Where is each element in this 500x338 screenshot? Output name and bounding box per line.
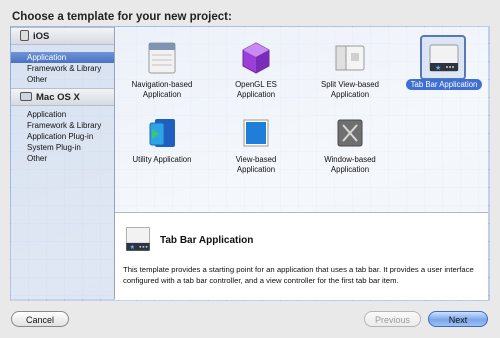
template-label-line1: Navigation-based xyxy=(131,80,193,89)
mac-computer-icon xyxy=(20,92,32,101)
sidebar-item-mac-system-plugin[interactable]: System Plug-in xyxy=(11,142,114,153)
utility-app-icon xyxy=(149,119,175,147)
sidebar-group-ios: iOS xyxy=(11,27,114,45)
sidebar-group-macosx: Mac OS X xyxy=(11,88,114,106)
tab-bar-app-icon: ★ xyxy=(429,44,459,72)
template-label: View-based Application xyxy=(209,155,303,175)
split-view-icon xyxy=(335,45,365,71)
sidebar-group-label: iOS xyxy=(33,31,50,42)
view-based-icon xyxy=(243,119,269,147)
template-label-line1: OpenGL ES xyxy=(235,80,277,89)
sidebar-item-mac-framework-library[interactable]: Framework & Library xyxy=(11,120,114,131)
template-label-line2: Application xyxy=(142,90,182,99)
template-label-line2: Application xyxy=(236,165,276,174)
template-label: Navigation-based Application xyxy=(115,80,209,100)
dialog-title: Choose a template for your new project: xyxy=(12,11,232,23)
sidebar-item-mac-other[interactable]: Other xyxy=(11,153,114,164)
tab-bar-app-icon: ★ xyxy=(125,226,151,251)
template-grid: Navigation-based Application OpenGL ES App… xyxy=(115,27,488,212)
cancel-button[interactable]: Cancel xyxy=(11,311,69,327)
template-label-line1: Split View-based xyxy=(321,80,379,89)
svg-text:★: ★ xyxy=(435,64,441,72)
template-label-line1: Utility Application xyxy=(132,155,192,164)
description-text: This template provides a starting point … xyxy=(123,265,474,285)
template-label: Utility Application xyxy=(115,155,209,165)
ios-device-icon xyxy=(20,30,29,41)
opengl-es-icon xyxy=(242,42,270,74)
template-label-line1: Tab Bar Application xyxy=(405,79,483,90)
template-label: OpenGL ES Application xyxy=(209,80,303,100)
template-category-sidebar: iOS Application Framework & Library Othe… xyxy=(11,27,115,299)
window-based-icon xyxy=(337,119,363,147)
sidebar-item-mac-application-plugin[interactable]: Application Plug-in xyxy=(11,131,114,142)
navigation-app-icon xyxy=(148,42,176,74)
sidebar-group-label: Mac OS X xyxy=(36,92,80,103)
sidebar-item-mac-application[interactable]: Application xyxy=(11,109,114,120)
sidebar-item-ios-application[interactable]: Application xyxy=(11,52,114,63)
sidebar-item-ios-framework-library[interactable]: Framework & Library xyxy=(11,63,114,74)
sidebar-item-ios-other[interactable]: Other xyxy=(11,74,114,85)
template-label: Window-based Application xyxy=(303,155,397,175)
template-label: Split View-based Application xyxy=(303,80,397,100)
description-title: Tab Bar Application xyxy=(160,235,254,246)
template-label-line2: Application xyxy=(236,90,276,99)
template-label-line2: Application xyxy=(330,165,370,174)
previous-button[interactable]: Previous xyxy=(364,311,421,327)
template-label: Tab Bar Application xyxy=(397,79,491,90)
template-description-pane: ★ Tab Bar Application This template prov… xyxy=(115,212,488,300)
svg-text:★: ★ xyxy=(129,244,135,251)
next-button[interactable]: Next xyxy=(428,311,488,327)
template-label-line1: View-based xyxy=(235,155,277,164)
template-label-line2: Application xyxy=(330,90,370,99)
template-label-line1: Window-based xyxy=(324,155,376,164)
